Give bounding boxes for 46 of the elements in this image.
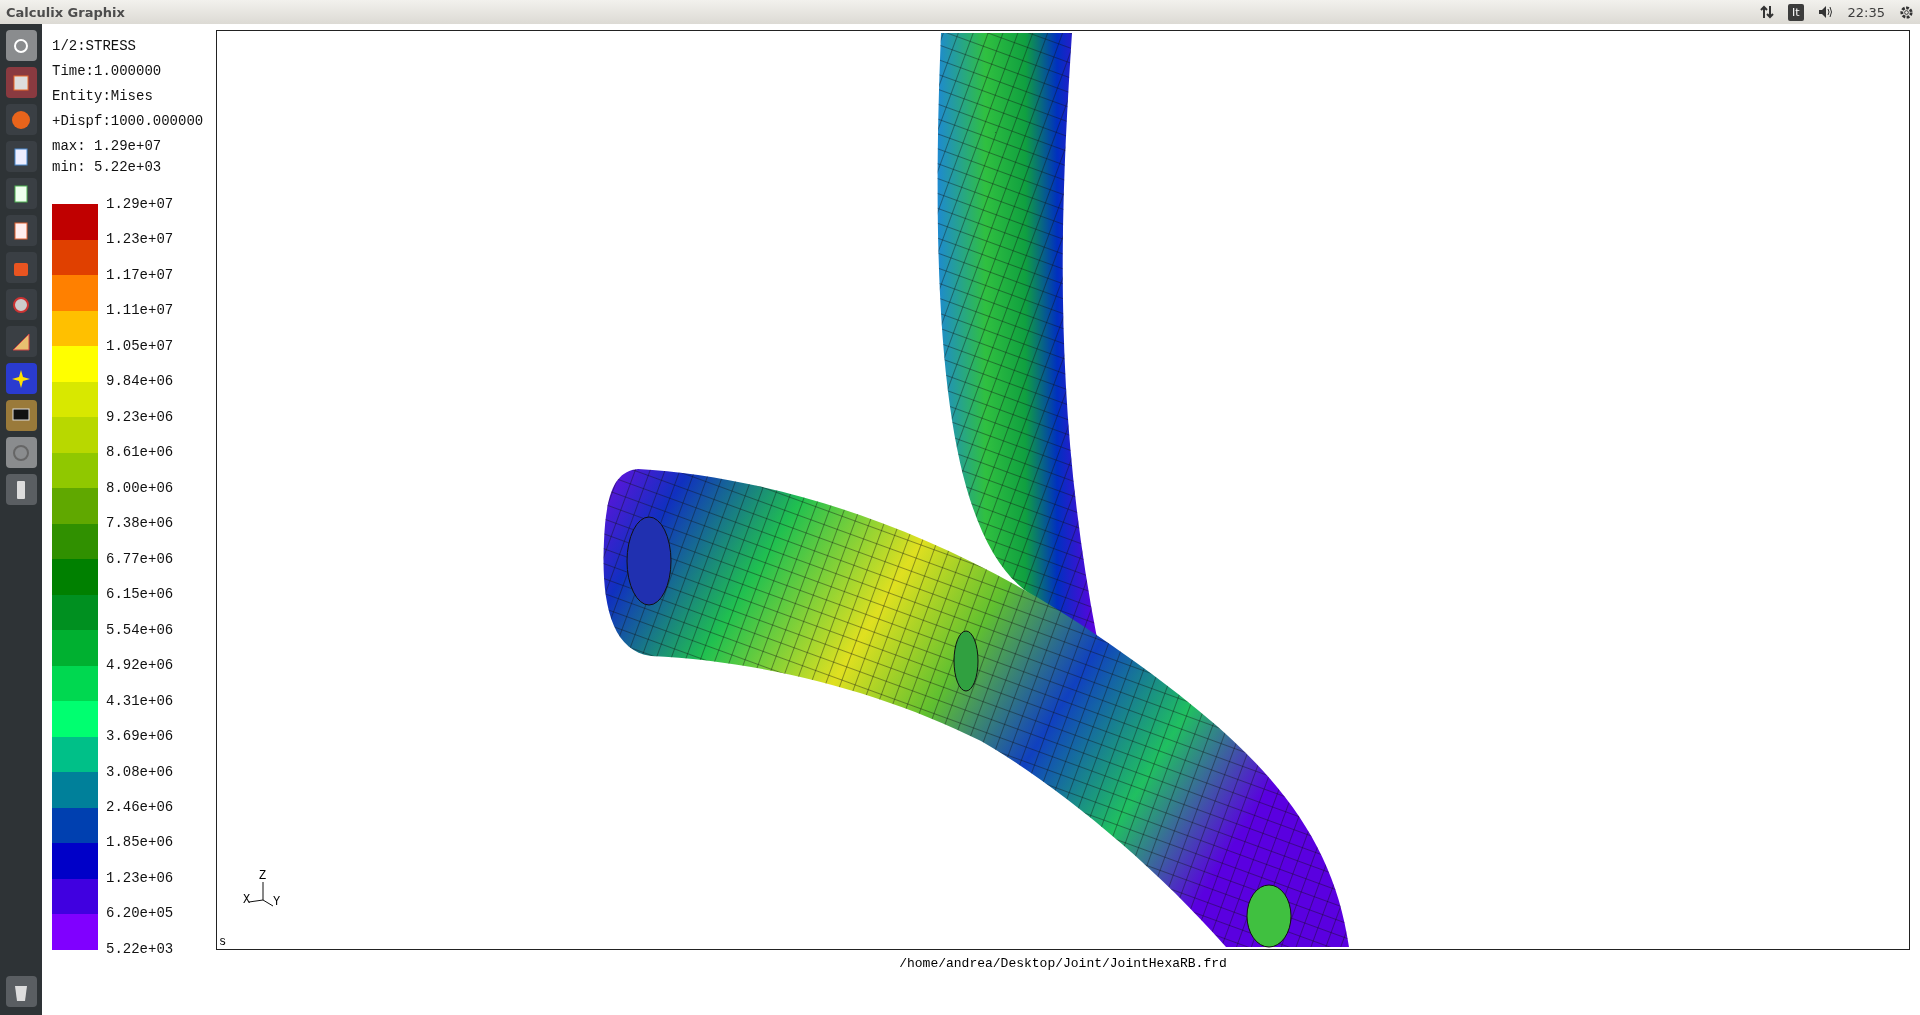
network-arrows-icon[interactable] [1759, 5, 1774, 19]
scale-label: 2.46e+06 [106, 798, 174, 815]
axis-label: Z [259, 869, 267, 883]
scale-label: 6.77e+06 [106, 550, 174, 567]
clock[interactable]: 22:35 [1847, 4, 1885, 20]
scale-label: 1.85e+06 [106, 834, 174, 851]
scale-label: 3.08e+06 [106, 763, 174, 780]
scale-label: 9.23e+06 [106, 408, 174, 425]
info-text: min: 5.22e+03 [52, 158, 163, 177]
scale-label: 4.31e+06 [106, 692, 174, 709]
document-icon[interactable] [5, 141, 37, 172]
volume-icon[interactable] [1817, 5, 1834, 19]
trash-icon[interactable] [5, 976, 37, 1007]
info-text: Time:1.000000 [52, 62, 163, 81]
usb-drive-icon[interactable] [5, 474, 37, 505]
scale-label: 1.11e+07 [106, 302, 174, 319]
scale-label: 1.29e+07 [106, 196, 174, 212]
scale-label: 3.69e+06 [106, 728, 174, 745]
info-text: +Dispf:1000.000000 [52, 112, 205, 131]
info-text: max: 1.29e+07 [52, 137, 163, 156]
info-text: 1/2:STRESS [52, 37, 137, 56]
scale-label: 5.22e+03 [106, 940, 174, 957]
axis-label: X [243, 893, 251, 907]
file-path: /home/andrea/Desktop/Joint/JointHexaRB.frd [899, 956, 1227, 971]
window-title: Calculix Graphix [6, 4, 125, 20]
scale-label: 8.00e+06 [106, 479, 174, 496]
scale-label: 1.23e+07 [106, 231, 174, 248]
drawing-tools-icon[interactable] [5, 326, 37, 357]
scale-label: 7.38e+06 [106, 515, 174, 532]
scale-label: 6.20e+05 [106, 905, 174, 922]
presentation-icon[interactable] [5, 215, 37, 246]
axis-label: Y [273, 895, 281, 909]
corner-mark: s [219, 935, 227, 949]
scale-label: 4.92e+06 [106, 657, 174, 674]
terminal-icon[interactable] [5, 400, 37, 431]
keyboard-layout-indicator[interactable]: It [1787, 3, 1804, 21]
scale-label: 1.05e+07 [106, 337, 174, 354]
scale-label: 9.84e+06 [106, 373, 174, 390]
scale-label: 1.23e+06 [106, 869, 174, 886]
info-text: Entity:Mises [52, 87, 154, 106]
graphics-viewport[interactable]: Z X Y s [216, 30, 1910, 950]
scale-label: 8.61e+06 [106, 444, 174, 461]
scale-label: 1.17e+07 [106, 266, 174, 283]
spreadsheet-icon[interactable] [5, 178, 37, 209]
scale-label: 6.15e+06 [106, 586, 174, 603]
scale-label: 5.54e+06 [106, 621, 174, 638]
